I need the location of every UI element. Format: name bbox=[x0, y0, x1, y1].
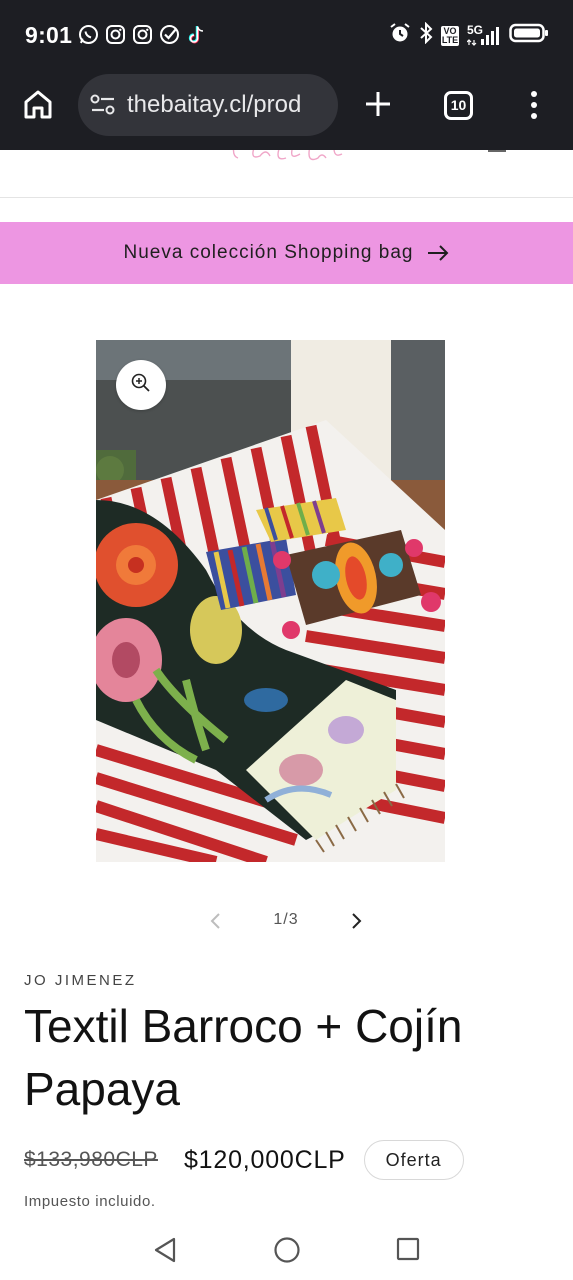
browser-chrome: 9:01 VO LTE 5G thebaitay.cl/prod 10 bbox=[0, 0, 573, 150]
price-row: $133,980CLP $120,000CLP Oferta bbox=[24, 1140, 464, 1180]
notification-icons bbox=[78, 24, 207, 45]
site-settings-icon[interactable] bbox=[90, 94, 116, 116]
whatsapp-icon bbox=[78, 24, 99, 45]
tab-switcher-button[interactable]: 10 bbox=[444, 91, 473, 120]
status-time: 9:01 bbox=[25, 22, 73, 48]
browser-home-button[interactable] bbox=[20, 86, 56, 122]
instagram-icon bbox=[105, 24, 126, 45]
slide-counter: 1/3 bbox=[273, 911, 299, 928]
arrow-right-icon bbox=[427, 245, 449, 261]
sale-badge: Oferta bbox=[363, 1140, 464, 1180]
android-navigation-bar bbox=[0, 1222, 573, 1280]
compare-at-price: $133,980CLP bbox=[24, 1148, 158, 1171]
gallery-pager: 1/3 bbox=[0, 905, 573, 937]
home-icon bbox=[20, 90, 56, 126]
system-icons: VO LTE 5G bbox=[389, 21, 549, 49]
url-text[interactable]: thebaitay.cl/prod bbox=[127, 91, 327, 119]
browser-toolbar: thebaitay.cl/prod 10 bbox=[0, 70, 573, 150]
volte-icon: VO LTE bbox=[441, 25, 459, 46]
previous-slide-button[interactable] bbox=[206, 911, 226, 931]
more-menu-button[interactable] bbox=[529, 90, 539, 120]
check-circle-icon bbox=[159, 24, 180, 45]
recents-square-icon[interactable] bbox=[396, 1237, 420, 1261]
battery-icon bbox=[509, 22, 549, 49]
back-triangle-icon[interactable] bbox=[152, 1236, 178, 1264]
bluetooth-icon bbox=[419, 21, 433, 49]
product-image[interactable] bbox=[96, 340, 445, 862]
menu-icon[interactable] bbox=[488, 150, 506, 152]
home-circle-icon[interactable] bbox=[273, 1236, 301, 1264]
store-header bbox=[0, 150, 573, 198]
tax-note: Impuesto incluido. bbox=[24, 1193, 156, 1210]
zoom-in-icon bbox=[130, 372, 152, 399]
announcement-bar[interactable]: Nueva colección Shopping bag bbox=[0, 222, 573, 284]
signal-5g-icon: 5G bbox=[467, 23, 501, 47]
tiktok-icon bbox=[186, 24, 207, 45]
next-slide-button[interactable] bbox=[346, 911, 366, 931]
new-tab-plus-icon bbox=[362, 92, 394, 124]
status-bar: 9:01 VO LTE 5G bbox=[0, 0, 573, 70]
address-bar[interactable]: thebaitay.cl/prod bbox=[78, 74, 338, 136]
alarm-icon bbox=[389, 22, 411, 49]
new-tab-button[interactable] bbox=[362, 88, 394, 120]
announcement-text[interactable]: Nueva colección Shopping bag bbox=[124, 242, 414, 264]
more-menu-icon bbox=[529, 91, 539, 124]
zoom-button[interactable] bbox=[116, 360, 166, 410]
instagram-icon bbox=[132, 24, 153, 45]
product-title: Textil Barroco + Cojín Papaya bbox=[24, 1000, 463, 1115]
product-vendor: JO JIMENEZ bbox=[24, 972, 137, 989]
sale-price: $120,000CLP bbox=[183, 1145, 346, 1174]
store-logo[interactable] bbox=[230, 150, 360, 171]
